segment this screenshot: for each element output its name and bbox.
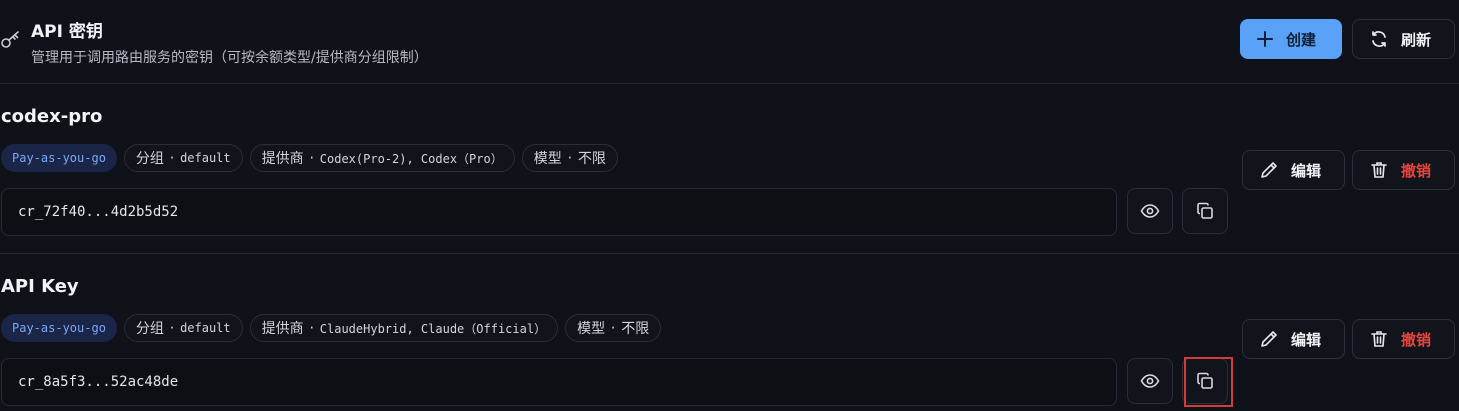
provider-tag-label: 提供商 — [261, 321, 304, 337]
refresh-icon — [1372, 31, 1386, 47]
create-button-label: 创建 — [1286, 30, 1317, 49]
key-name: codex-pro — [1, 106, 103, 127]
revoke-button-label: 撤销 — [1401, 330, 1432, 349]
group-tag-value: default — [180, 151, 231, 165]
key-name: API Key — [1, 276, 79, 297]
provider-tag-value: ClaudeHybrid, Claude（Official） — [319, 321, 547, 336]
page-title: API 密钥 — [31, 22, 103, 42]
edit-button-label: 编辑 — [1291, 161, 1322, 180]
revoke-button[interactable]: 撤销 — [1352, 319, 1455, 359]
pencil-icon — [1261, 162, 1277, 178]
create-button[interactable]: 创建 — [1240, 19, 1342, 59]
show-key-button[interactable] — [1127, 358, 1173, 404]
model-tag: 模型 · 不限 — [565, 314, 662, 342]
tag-separator: · — [609, 321, 617, 335]
billing-tag: Pay-as-you-go — [1, 144, 117, 172]
pencil-icon — [1261, 331, 1277, 347]
model-tag-label: 模型 — [577, 321, 606, 337]
model-tag: 模型 · 不限 — [521, 144, 618, 172]
api-key-card: codex-pro Pay-as-you-go 分组 · default 提供商… — [0, 84, 1459, 254]
model-tag-value: 不限 — [621, 321, 650, 337]
model-tag-label: 模型 — [533, 151, 562, 167]
tag-separator: · — [168, 321, 176, 335]
trash-icon — [1371, 331, 1387, 347]
tag-separator: · — [566, 151, 574, 165]
show-key-button[interactable] — [1127, 188, 1173, 234]
group-tag: 分组 · default — [123, 144, 243, 172]
provider-tag: 提供商 · Codex(Pro-2), Codex（Pro） — [249, 144, 515, 172]
provider-tag-value: Codex(Pro-2), Codex（Pro） — [319, 151, 503, 166]
masked-key-field[interactable]: cr_8a5f3...52ac48de — [1, 358, 1117, 406]
group-tag-value: default — [180, 321, 231, 335]
key-icon — [1, 31, 19, 48]
group-tag-label: 分组 — [135, 151, 164, 167]
eye-icon — [1140, 204, 1160, 218]
tag-separator: · — [168, 151, 176, 165]
revoke-button[interactable]: 撤销 — [1352, 150, 1455, 190]
eye-icon — [1140, 374, 1160, 388]
group-tag-label: 分组 — [135, 321, 164, 337]
provider-tag: 提供商 · ClaudeHybrid, Claude（Official） — [249, 314, 559, 342]
model-tag-value: 不限 — [577, 151, 606, 167]
provider-tag-label: 提供商 — [261, 151, 304, 167]
copy-icon — [1197, 372, 1213, 389]
key-tags: Pay-as-you-go 分组 · default 提供商 · Codex(P… — [1, 144, 618, 172]
key-tags: Pay-as-you-go 分组 · default 提供商 · ClaudeH… — [1, 314, 662, 342]
copy-icon — [1197, 202, 1213, 219]
revoke-button-label: 撤销 — [1401, 161, 1432, 180]
copy-key-button[interactable] — [1182, 358, 1228, 404]
page-header: API 密钥 管理用于调用路由服务的密钥（可按余额类型/提供商分组限制） 创建 … — [0, 0, 1459, 84]
api-key-card: API Key Pay-as-you-go 分组 · default 提供商 ·… — [0, 254, 1459, 411]
trash-icon — [1371, 162, 1387, 178]
page-subtitle: 管理用于调用路由服务的密钥（可按余额类型/提供商分组限制） — [31, 50, 428, 66]
refresh-button[interactable]: 刷新 — [1352, 19, 1455, 59]
masked-key-field[interactable]: cr_72f40...4d2b5d52 — [1, 188, 1117, 236]
edit-button[interactable]: 编辑 — [1242, 150, 1345, 190]
tag-separator: · — [308, 151, 316, 165]
billing-tag: Pay-as-you-go — [1, 314, 117, 342]
tag-separator: · — [308, 321, 316, 335]
refresh-button-label: 刷新 — [1401, 30, 1432, 49]
edit-button[interactable]: 编辑 — [1242, 319, 1345, 359]
copy-key-button[interactable] — [1182, 188, 1228, 234]
plus-icon — [1257, 31, 1273, 47]
group-tag: 分组 · default — [123, 314, 243, 342]
edit-button-label: 编辑 — [1291, 330, 1322, 349]
